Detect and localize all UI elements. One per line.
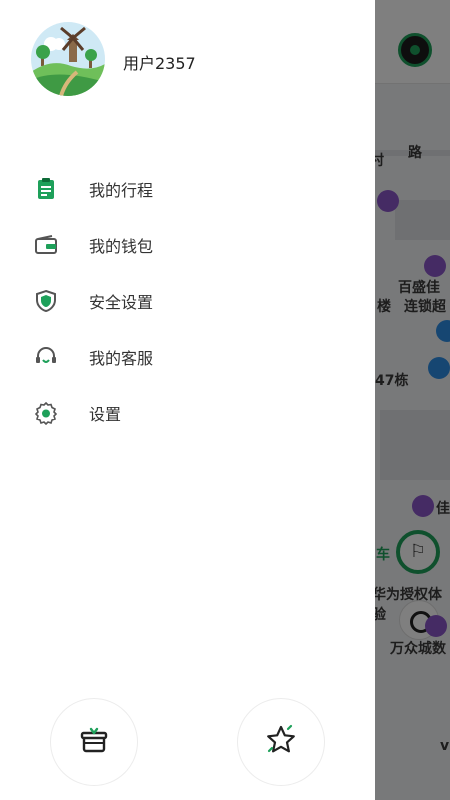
menu-item-trips[interactable]: 我的行程 xyxy=(0,167,375,211)
trip-clipboard-icon xyxy=(33,176,59,202)
menu-item-wallet[interactable]: 我的钱包 xyxy=(0,223,375,267)
windmill-avatar-icon xyxy=(31,22,105,96)
menu-item-support[interactable]: 我的客服 xyxy=(0,335,375,379)
side-drawer: 用户2357 我的行程 我的钱包 安全设置 我的客服 设置 xyxy=(0,0,375,800)
star-icon xyxy=(264,723,298,761)
favorites-button[interactable] xyxy=(237,698,325,786)
shield-icon xyxy=(33,288,59,314)
avatar[interactable] xyxy=(31,22,105,96)
menu-label: 我的行程 xyxy=(89,181,154,200)
username[interactable]: 用户2357 xyxy=(123,50,196,74)
wallet-icon xyxy=(33,232,59,258)
gift-icon xyxy=(79,725,109,759)
menu-label: 我的客服 xyxy=(89,349,154,368)
gift-button[interactable] xyxy=(50,698,138,786)
menu-label: 安全设置 xyxy=(89,293,154,312)
menu-label: 设置 xyxy=(89,405,122,424)
headset-icon xyxy=(33,344,59,370)
menu-label: 我的钱包 xyxy=(89,237,154,256)
menu-item-security[interactable]: 安全设置 xyxy=(0,279,375,323)
menu-item-settings[interactable]: 设置 xyxy=(0,391,375,435)
gear-icon xyxy=(33,400,59,426)
